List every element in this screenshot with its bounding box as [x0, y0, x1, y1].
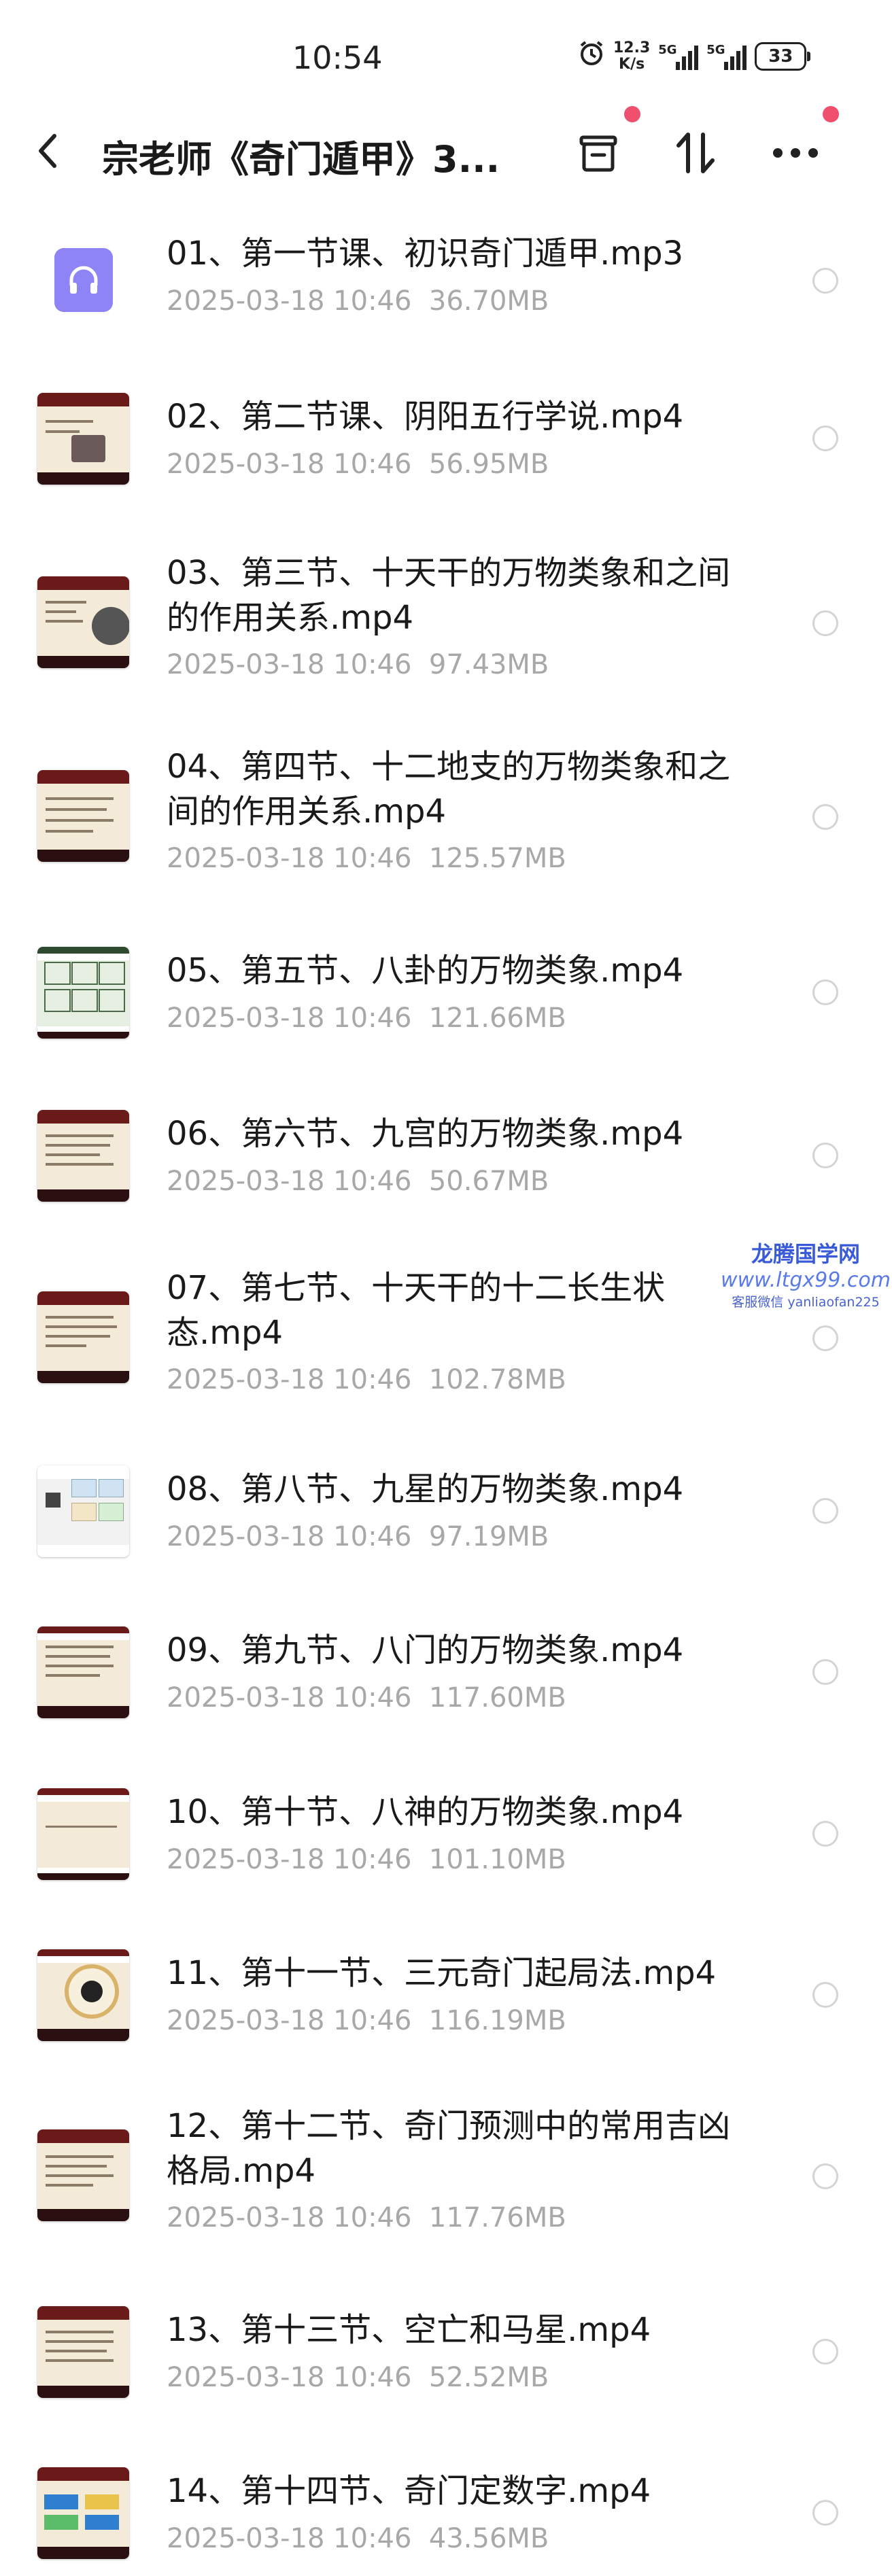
list-item[interactable]: 01、第一节课、初识奇门遁甲.mp3 2025-03-18 10:46 36.7…	[0, 224, 892, 360]
list-item[interactable]: 02、第二节课、阴阳五行学说.mp4 2025-03-18 10:46 56.9…	[0, 387, 892, 523]
video-thumbnail	[37, 2306, 129, 2398]
file-meta: 2025-03-18 10:46 97.19MB	[167, 1521, 549, 1552]
signal-label: 5G	[658, 43, 677, 57]
file-name: 12、第十二节、奇门预测中的常用吉凶格局.mp4	[167, 2107, 731, 2190]
archive-button[interactable]	[568, 122, 629, 184]
select-radio[interactable]	[812, 425, 838, 451]
watermark-line: www.ltgx99.com	[721, 1268, 891, 1292]
file-meta: 2025-03-18 10:46 117.60MB	[167, 1682, 566, 1713]
file-name: 01、第一节课、初识奇门遁甲.mp3	[167, 234, 684, 273]
chevron-left-icon	[39, 134, 56, 168]
video-thumbnail	[37, 1465, 129, 1557]
file-meta: 2025-03-18 10:46 52.52MB	[167, 2362, 549, 2393]
select-radio[interactable]	[812, 2339, 838, 2365]
audio-file-icon	[54, 248, 113, 312]
file-meta: 2025-03-18 10:46 102.78MB	[167, 1364, 566, 1395]
video-thumbnail	[37, 1110, 129, 1202]
select-radio[interactable]	[812, 2163, 838, 2189]
select-radio[interactable]	[812, 1821, 838, 1847]
file-name: 09、第九节、八门的万物类象.mp4	[167, 1631, 684, 1669]
file-name: 14、第十四节、奇门定数字.mp4	[167, 2472, 651, 2510]
video-thumbnail	[37, 2467, 129, 2559]
list-item[interactable]: 12、第十二节、奇门预测中的常用吉凶格局.mp4 2025-03-18 10:4…	[0, 2104, 892, 2280]
list-item[interactable]: 04、第四节、十二地支的万物类象和之间的作用关系.mp4 2025-03-18 …	[0, 744, 892, 921]
select-radio[interactable]	[812, 979, 838, 1005]
select-radio[interactable]	[812, 804, 838, 830]
file-name: 07、第七节、十天干的十二长生状态.mp4	[167, 1269, 666, 1352]
file-meta: 2025-03-18 10:46 56.95MB	[167, 449, 549, 480]
video-thumbnail	[37, 576, 129, 668]
file-meta: 2025-03-18 10:46 97.43MB	[167, 649, 549, 680]
video-thumbnail	[37, 393, 129, 485]
list-item[interactable]: 09、第九节、八门的万物类象.mp4 2025-03-18 10:46 117.…	[0, 1621, 892, 1757]
net-speed-unit: K/s	[619, 56, 645, 73]
list-item[interactable]: 03、第三节、十天干的万物类象和之间的作用关系.mp4 2025-03-18 1…	[0, 551, 892, 727]
file-name: 02、第二节课、阴阳五行学说.mp4	[167, 398, 684, 436]
page-title: 宗老师《奇门遁甲》3...	[102, 138, 500, 181]
watermark-line: 龙腾国学网	[751, 1241, 860, 1267]
file-name: 04、第四节、十二地支的万物类象和之间的作用关系.mp4	[167, 748, 731, 831]
file-meta: 2025-03-18 10:46 121.66MB	[167, 1003, 566, 1034]
video-thumbnail	[37, 1626, 129, 1718]
back-button[interactable]	[34, 130, 75, 171]
signal-icon: 5G	[706, 43, 747, 70]
file-name: 11、第十一节、三元奇门起局法.mp4	[167, 1954, 717, 1992]
status-bar: 10:54 12.3 K/s 5G 5G 33	[0, 0, 892, 102]
list-item[interactable]: 14、第十四节、奇门定数字.mp4 2025-03-18 10:46 43.56…	[0, 2462, 892, 2576]
file-meta: 2025-03-18 10:46 43.56MB	[167, 2523, 549, 2554]
file-meta: 2025-03-18 10:46 101.10MB	[167, 1844, 566, 1875]
file-meta: 2025-03-18 10:46 117.76MB	[167, 2202, 566, 2233]
watermark: 龙腾国学网 www.ltgx99.com 客服微信 yanliaofan225	[721, 1237, 891, 1310]
select-radio[interactable]	[812, 1982, 838, 2008]
video-thumbnail	[37, 1291, 129, 1383]
alarm-icon	[578, 39, 605, 73]
watermark-line: 客服微信 yanliaofan225	[732, 1295, 880, 1310]
file-name: 05、第五节、八卦的万物类象.mp4	[167, 952, 684, 990]
file-meta: 2025-03-18 10:46 116.19MB	[167, 2005, 566, 2036]
video-thumbnail	[37, 1788, 129, 1880]
more-button[interactable]	[765, 122, 826, 184]
file-name: 03、第三节、十天干的万物类象和之间的作用关系.mp4	[167, 554, 731, 637]
video-thumbnail	[37, 2129, 129, 2221]
select-radio[interactable]	[812, 268, 838, 294]
notification-dot	[624, 106, 640, 122]
net-speed: 12.3 K/s	[613, 40, 650, 73]
file-name: 13、第十三节、空亡和马星.mp4	[167, 2311, 651, 2349]
signal-icon: 5G	[658, 43, 699, 70]
net-speed-value: 12.3	[613, 39, 651, 56]
list-item[interactable]: 08、第八节、九星的万物类象.mp4 2025-03-18 10:46 97.1…	[0, 1460, 892, 1596]
select-radio[interactable]	[812, 1143, 838, 1168]
archive-icon	[579, 135, 617, 172]
select-radio[interactable]	[812, 1498, 838, 1524]
notification-dot	[823, 106, 839, 122]
select-radio[interactable]	[812, 1325, 838, 1351]
video-thumbnail	[37, 1949, 129, 2041]
list-item[interactable]: 11、第十一节、三元奇门起局法.mp4 2025-03-18 10:46 116…	[0, 1944, 892, 2080]
sort-button[interactable]	[665, 122, 726, 184]
status-time: 10:54	[292, 39, 383, 76]
video-thumbnail	[37, 947, 129, 1039]
list-item[interactable]: 05、第五节、八卦的万物类象.mp4 2025-03-18 10:46 121.…	[0, 941, 892, 1077]
select-radio[interactable]	[812, 610, 838, 636]
file-meta: 2025-03-18 10:46 50.67MB	[167, 1166, 549, 1197]
list-item[interactable]: 10、第十节、八神的万物类象.mp4 2025-03-18 10:46 101.…	[0, 1783, 892, 1919]
select-radio[interactable]	[812, 1659, 838, 1685]
file-name: 08、第八节、九星的万物类象.mp4	[167, 1470, 684, 1508]
list-item[interactable]: 13、第十三节、空亡和马星.mp4 2025-03-18 10:46 52.52…	[0, 2301, 892, 2437]
list-item[interactable]: 06、第六节、九宫的万物类象.mp4 2025-03-18 10:46 50.6…	[0, 1104, 892, 1240]
app-header: 宗老师《奇门遁甲》3...	[0, 102, 892, 204]
video-thumbnail	[37, 770, 129, 862]
file-meta: 2025-03-18 10:46 36.70MB	[167, 285, 549, 317]
file-name: 10、第十节、八神的万物类象.mp4	[167, 1793, 684, 1831]
battery-icon: 33	[755, 42, 811, 71]
more-dots-icon	[773, 148, 818, 158]
file-name: 06、第六节、九宫的万物类象.mp4	[167, 1115, 684, 1153]
file-meta: 2025-03-18 10:46 125.57MB	[167, 843, 566, 874]
sort-icon	[676, 133, 715, 173]
signal-label: 5G	[706, 43, 725, 57]
select-radio[interactable]	[812, 2500, 838, 2526]
status-icons: 12.3 K/s 5G 5G 33	[578, 39, 811, 73]
